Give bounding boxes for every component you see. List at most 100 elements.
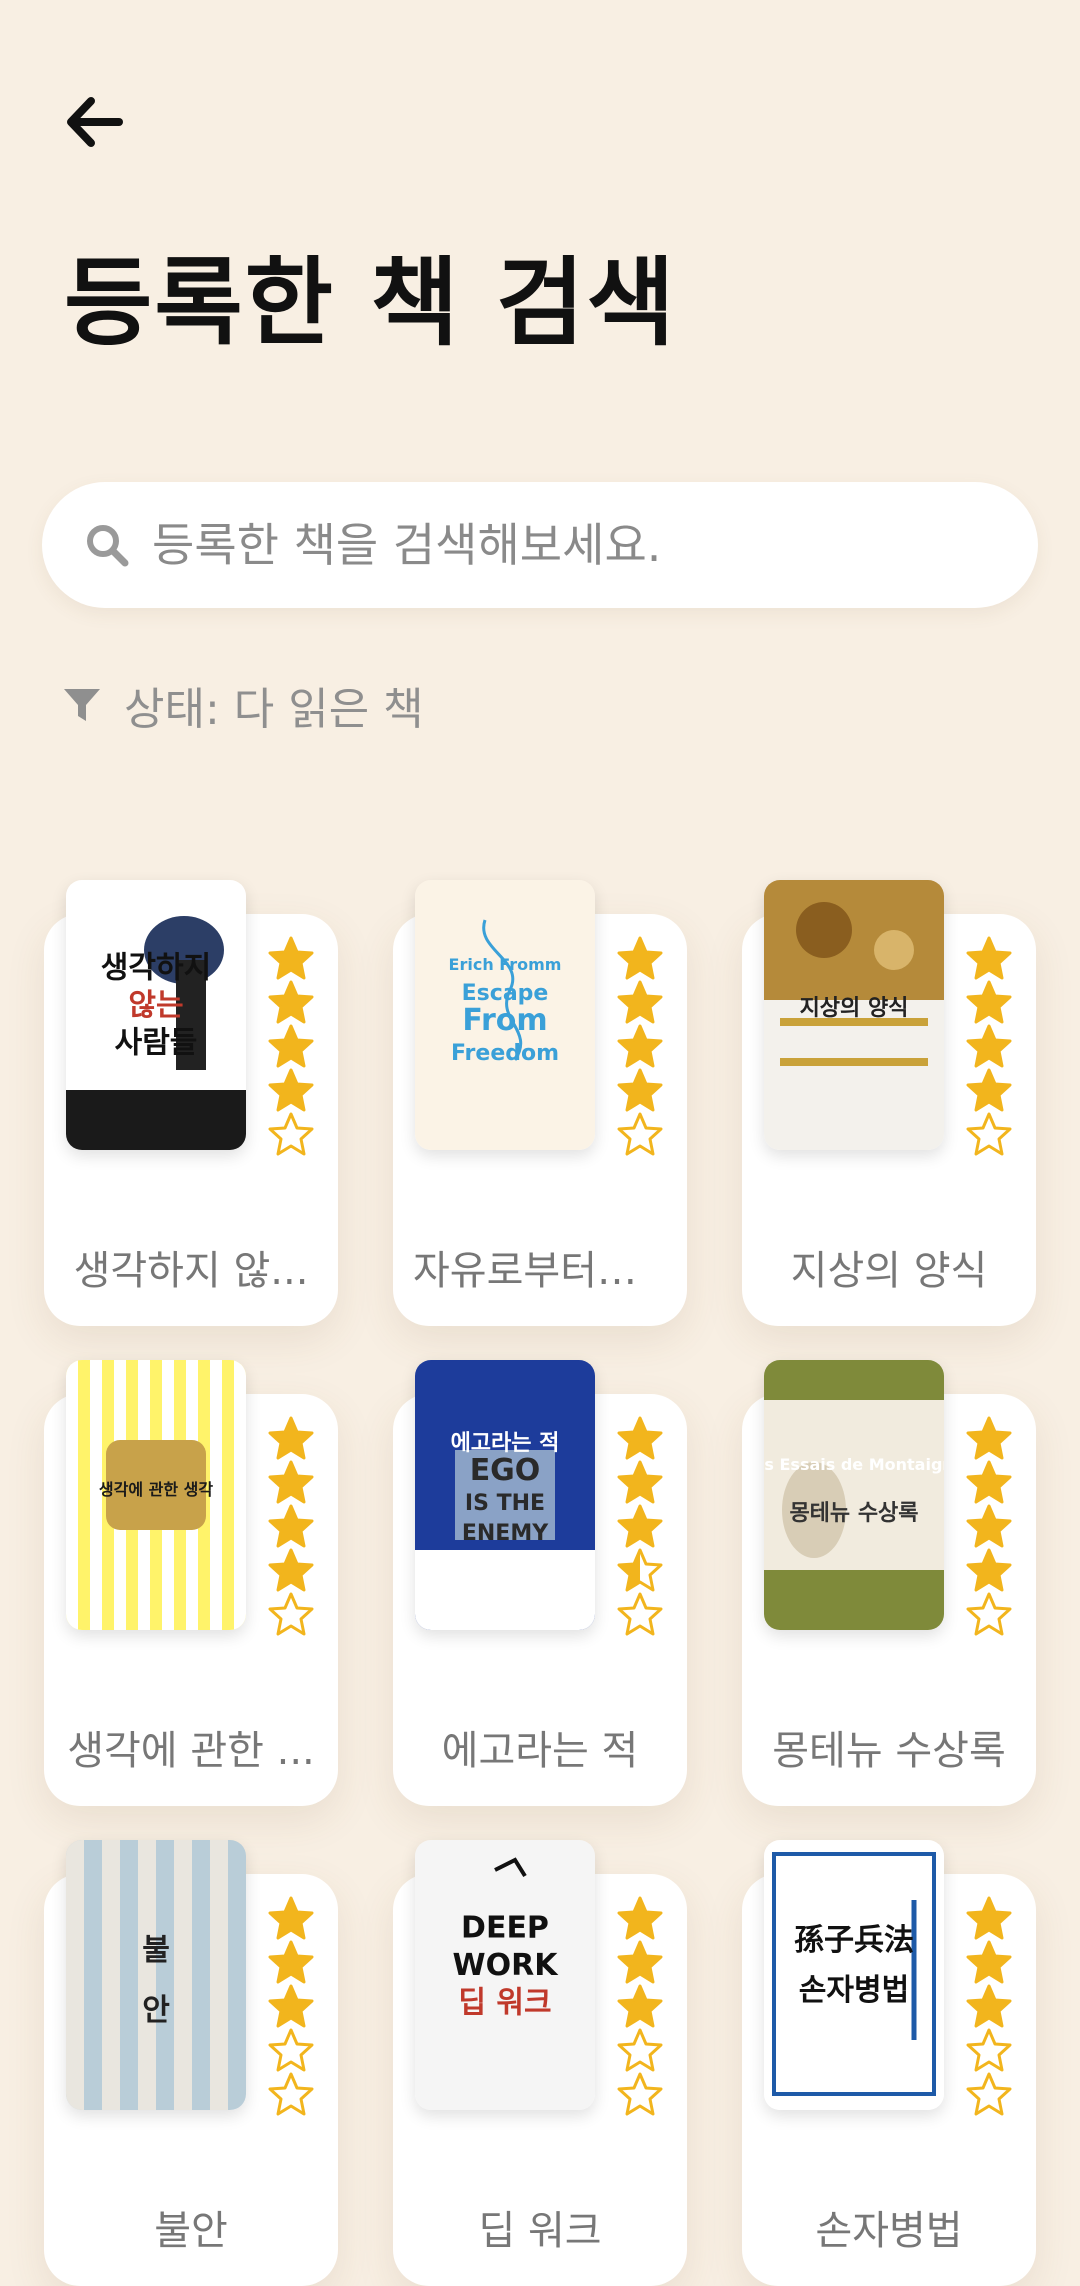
book-title: 딥 워크 bbox=[478, 2208, 602, 2254]
star-icon bbox=[966, 980, 1012, 1024]
cover-text: 않는 bbox=[128, 988, 183, 1023]
star-icon bbox=[268, 1896, 314, 1940]
cover-text: Freedom bbox=[451, 1041, 559, 1066]
cover-text: 생각에 관한 생각 bbox=[99, 1480, 213, 1499]
star-icon bbox=[966, 2072, 1012, 2116]
cover-text: 지상의 양식 bbox=[800, 996, 909, 1021]
cover-text: 孫子兵法 bbox=[794, 1923, 914, 1958]
cover-text: ENEMY bbox=[462, 1521, 549, 1546]
star-icon bbox=[617, 1112, 663, 1156]
star-rating bbox=[617, 1416, 663, 1636]
star-icon bbox=[966, 1896, 1012, 1940]
cover-text: DEEP bbox=[461, 1911, 549, 1946]
star-icon bbox=[617, 980, 663, 1024]
book-card[interactable]: Erich Fromm Escape From Freedom 자유로부터의... bbox=[393, 880, 687, 1326]
book-title: 지상의 양식 bbox=[790, 1248, 988, 1294]
star-icon bbox=[617, 1592, 663, 1636]
star-rating bbox=[268, 1416, 314, 1636]
star-icon bbox=[268, 2072, 314, 2116]
book-cover-image: DEEP WORK 딥 워크 bbox=[415, 1840, 595, 2110]
cover-text: IS THE bbox=[465, 1491, 545, 1516]
book-cover-image: Les Essais de Montaigne 몽테뉴 수상록 bbox=[764, 1360, 944, 1630]
cover-text: Erich Fromm bbox=[449, 955, 562, 974]
star-icon bbox=[617, 1940, 663, 1984]
star-icon bbox=[617, 1416, 663, 1460]
book-card[interactable]: 에고라는 적 EGO IS THE ENEMY 에고라는 적 bbox=[393, 1360, 687, 1806]
cover-text: 손자병법 bbox=[799, 1973, 909, 2008]
book-title: 에고라는 적 bbox=[441, 1728, 639, 1774]
star-icon bbox=[966, 1592, 1012, 1636]
star-icon bbox=[966, 1068, 1012, 1112]
book-card[interactable]: DEEP WORK 딥 워크 딥 워크 bbox=[393, 1840, 687, 2286]
book-cover-image: 생각하지 않는 사람들 bbox=[66, 880, 246, 1150]
book-card[interactable]: 지상의 양식 지상의 양식 bbox=[742, 880, 1036, 1326]
cover-text: 안 bbox=[142, 1993, 170, 2028]
book-grid: 생각하지 않는 사람들 생각하지 않... Erich Fromm Escape From F… bbox=[0, 0, 1080, 2286]
cover-text: 사람들 bbox=[115, 1026, 198, 1061]
star-icon bbox=[617, 1460, 663, 1504]
star-icon bbox=[268, 1416, 314, 1460]
star-icon bbox=[617, 1984, 663, 2028]
book-title: 몽테뉴 수상록 bbox=[772, 1728, 1006, 1774]
book-cover-image: 지상의 양식 bbox=[764, 880, 944, 1150]
book-cover-image: 孫子兵法 손자병법 bbox=[764, 1840, 944, 2110]
cover-text: Les Essais de Montaigne bbox=[764, 1455, 944, 1474]
star-rating bbox=[966, 1416, 1012, 1636]
star-icon bbox=[966, 1112, 1012, 1156]
star-rating bbox=[268, 1896, 314, 2116]
star-icon bbox=[268, 1504, 314, 1548]
star-icon bbox=[268, 1460, 314, 1504]
cover-text: 딥 워크 bbox=[458, 1986, 551, 2021]
book-title: 자유로부터의... bbox=[413, 1248, 672, 1294]
book-cover-image: Erich Fromm Escape From Freedom bbox=[415, 880, 595, 1150]
book-title: 생각에 관한 ... bbox=[67, 1728, 315, 1774]
star-icon bbox=[268, 2028, 314, 2072]
star-rating bbox=[617, 936, 663, 1156]
star-icon bbox=[617, 1068, 663, 1112]
star-icon bbox=[966, 1940, 1012, 1984]
star-icon bbox=[268, 1984, 314, 2028]
star-icon bbox=[617, 1548, 663, 1592]
book-cover-image: 에고라는 적 EGO IS THE ENEMY bbox=[415, 1360, 595, 1630]
book-card[interactable]: 불 안 불안 bbox=[44, 1840, 338, 2286]
star-icon bbox=[966, 1416, 1012, 1460]
star-icon bbox=[966, 2028, 1012, 2072]
star-icon bbox=[966, 1548, 1012, 1592]
book-title: 손자병법 bbox=[815, 2208, 963, 2254]
cover-text: WORK bbox=[453, 1948, 560, 1983]
book-card[interactable]: 생각하지 않는 사람들 생각하지 않... bbox=[44, 880, 338, 1326]
book-card[interactable]: 孫子兵法 손자병법 손자병법 bbox=[742, 1840, 1036, 2286]
book-card[interactable]: Les Essais de Montaigne몽테뉴 수상록몽테뉴 수상록 bbox=[742, 1360, 1036, 1806]
book-cover-image: 불안 bbox=[66, 1840, 246, 2110]
star-icon bbox=[268, 1592, 314, 1636]
cover-text: From bbox=[462, 1003, 547, 1038]
book-cover-image: 생각에 관한 생각 bbox=[66, 1360, 246, 1630]
star-icon bbox=[268, 936, 314, 980]
star-icon bbox=[617, 1504, 663, 1548]
cover-text: 몽테뉴 수상록 bbox=[789, 1501, 918, 1526]
star-icon bbox=[966, 1984, 1012, 2028]
star-icon bbox=[617, 2072, 663, 2116]
star-icon bbox=[268, 1548, 314, 1592]
star-icon bbox=[268, 980, 314, 1024]
star-rating bbox=[268, 936, 314, 1156]
star-icon bbox=[268, 1068, 314, 1112]
star-icon bbox=[966, 1460, 1012, 1504]
star-icon bbox=[268, 1024, 314, 1068]
cover-text: 불 bbox=[142, 1933, 170, 1968]
star-icon bbox=[966, 936, 1012, 980]
star-icon bbox=[268, 1940, 314, 1984]
star-icon bbox=[617, 936, 663, 980]
book-card[interactable]: 생각에 관한 생각생각에 관한 ... bbox=[44, 1360, 338, 1806]
star-icon bbox=[268, 1112, 314, 1156]
cover-text: EGO bbox=[470, 1453, 541, 1488]
star-icon bbox=[966, 1504, 1012, 1548]
star-rating bbox=[966, 936, 1012, 1156]
book-title: 불안 bbox=[154, 2208, 228, 2254]
star-icon bbox=[617, 1024, 663, 1068]
star-rating bbox=[966, 1896, 1012, 2116]
star-icon bbox=[617, 2028, 663, 2072]
star-rating bbox=[617, 1896, 663, 2116]
star-icon bbox=[617, 1896, 663, 1940]
cover-text: 생각하지 bbox=[101, 951, 211, 986]
